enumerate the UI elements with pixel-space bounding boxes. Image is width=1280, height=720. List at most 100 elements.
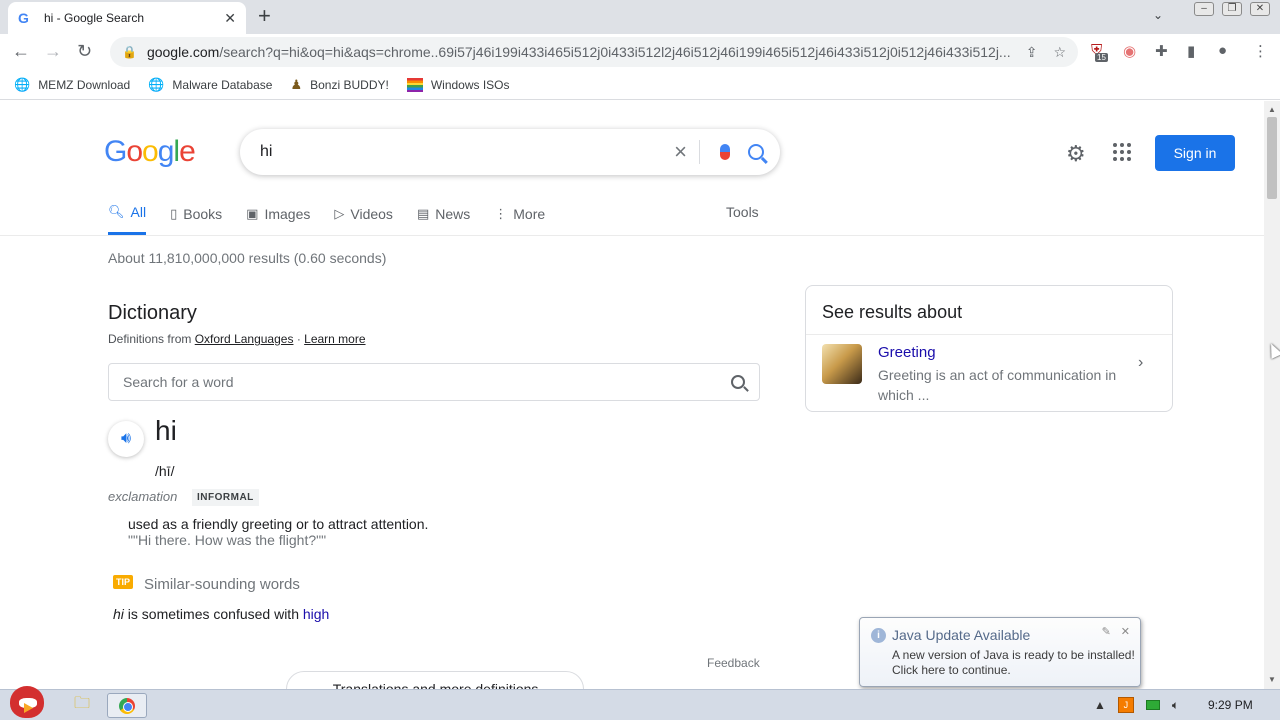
definition: used as a friendly greeting or to attrac…: [128, 516, 429, 532]
extension-flag-icon[interactable]: ◉: [1123, 42, 1136, 60]
start-button[interactable]: [6, 682, 48, 720]
image-icon: ▣: [246, 205, 259, 221]
search-input[interactable]: [260, 143, 663, 161]
pin-icon[interactable]: ✎: [1102, 625, 1111, 638]
url-text: google.com/search?q=hi&oq=hi&aqs=chrome.…: [146, 44, 1010, 60]
chevron-right-icon[interactable]: ›: [1138, 354, 1143, 372]
tab-images[interactable]: ▣ Images: [246, 204, 310, 235]
search-results-page: Google × ⚙ Sign in 🔍︎ All ▯ Books ▣ Imag…: [0, 101, 1264, 689]
apps-grid-icon[interactable]: [1113, 143, 1131, 161]
search-icon[interactable]: [748, 144, 764, 160]
profile-avatar-icon[interactable]: ●: [1218, 42, 1227, 59]
tab-videos[interactable]: ▷ Videos: [334, 204, 393, 235]
translations-button[interactable]: ⌄ Translations and more definitions: [286, 671, 584, 689]
knowledge-panel-divider: [806, 334, 1172, 335]
sign-in-button[interactable]: Sign in: [1155, 135, 1235, 171]
taskbar-explorer[interactable]: 🗀: [62, 693, 102, 718]
scroll-up-icon[interactable]: ▲: [1268, 105, 1276, 114]
bookmark-bonzi-buddy[interactable]: ♟ Bonzi BUDDY!: [290, 77, 388, 93]
browser-tab[interactable]: G hi - Google Search ✕: [8, 2, 246, 34]
share-icon[interactable]: ⇪: [1026, 44, 1038, 61]
clear-icon[interactable]: ×: [662, 140, 700, 164]
scroll-thumb[interactable]: [1267, 117, 1277, 199]
google-logo[interactable]: Google: [104, 135, 196, 169]
tab-search-chevron-icon[interactable]: ⌄: [1153, 8, 1163, 22]
tray-expand-icon[interactable]: ▲: [1094, 698, 1106, 712]
new-tab-button[interactable]: +: [258, 5, 271, 27]
tab-more[interactable]: ⋮ More: [494, 204, 545, 235]
bookmark-star-icon[interactable]: ☆: [1053, 44, 1066, 61]
taskbar-chrome[interactable]: [107, 693, 147, 718]
close-window-button[interactable]: ✕: [1250, 2, 1270, 16]
network-icon[interactable]: [1145, 700, 1160, 710]
dictionary-title: Dictionary: [108, 302, 197, 324]
speaker-icon[interactable]: 🔊︎: [108, 421, 144, 457]
close-tab-icon[interactable]: ✕: [224, 10, 236, 27]
tab-news[interactable]: ▤ News: [417, 204, 470, 235]
address-bar[interactable]: 🔒 google.com/search?q=hi&oq=hi&aqs=chrom…: [110, 37, 1078, 67]
minimize-button[interactable]: –: [1194, 2, 1214, 16]
folder-icon: 🗀: [73, 695, 90, 712]
page-scrollbar[interactable]: ▲ ▼: [1264, 101, 1280, 689]
chevron-down-icon: ⌄: [307, 680, 319, 690]
oxford-languages-link[interactable]: Oxford Languages: [195, 332, 294, 346]
rainbow-flag-icon: [406, 77, 423, 92]
tools-button[interactable]: Tools: [726, 204, 759, 220]
java-popup-message[interactable]: A new version of Java is ready to be ins…: [892, 648, 1138, 678]
word-search-input[interactable]: [123, 374, 731, 390]
bookmark-memz[interactable]: 🌐 MEMZ Download: [14, 77, 130, 93]
search-icon[interactable]: [731, 375, 745, 389]
part-of-speech: exclamation: [108, 489, 178, 504]
back-arrow-icon[interactable]: ←: [12, 41, 30, 61]
bookmarks-bar: 🌐 MEMZ Download 🌐 Malware Database ♟ Bon…: [0, 70, 1280, 100]
java-popup-title: Java Update Available: [892, 627, 1031, 643]
bookmark-windows-isos[interactable]: Windows ISOs: [406, 77, 510, 92]
volume-icon[interactable]: 🔈︎: [1172, 698, 1179, 713]
feedback-link[interactable]: Feedback: [707, 656, 760, 670]
high-link[interactable]: high: [303, 606, 329, 622]
window-controls: – ❐ ✕: [1194, 2, 1270, 16]
dictionary-source: Definitions from Oxford Languages · Lear…: [108, 332, 366, 346]
java-update-popup[interactable]: i Java Update Available ✎ ✕ A new versio…: [859, 617, 1141, 687]
chrome-icon: [119, 697, 135, 714]
greeting-link[interactable]: Greeting: [878, 344, 936, 361]
greeting-description: Greeting is an act of communication in w…: [878, 367, 1117, 403]
learn-more-link[interactable]: Learn more: [304, 332, 365, 346]
globe-icon: 🌐: [148, 76, 165, 92]
menu-kebab-icon[interactable]: ⋮: [1253, 42, 1268, 60]
extensions-puzzle-icon[interactable]: ✚: [1155, 42, 1168, 60]
java-tray-icon[interactable]: J: [1117, 697, 1134, 713]
word-search-box[interactable]: [108, 363, 760, 401]
extension-badge: 15: [1095, 53, 1108, 62]
browser-toolbar: ← → ↻ 🔒 google.com/search?q=hi&oq=hi&aqs…: [0, 34, 1280, 70]
close-icon[interactable]: ✕: [1121, 625, 1130, 638]
tab-title: hi - Google Search: [44, 11, 145, 25]
bookmark-malware-database[interactable]: 🌐 Malware Database: [148, 77, 272, 93]
info-icon: i: [871, 628, 886, 643]
clock[interactable]: 9:29 PM: [1208, 698, 1253, 712]
maximize-button[interactable]: ❐: [1222, 2, 1242, 16]
knowledge-panel-title: See results about: [822, 302, 963, 322]
result-stats: About 11,810,000,000 results (0.60 secon…: [108, 250, 387, 266]
microphone-icon[interactable]: [720, 144, 730, 160]
tab-books[interactable]: ▯ Books: [170, 204, 222, 235]
book-icon: ▯: [170, 205, 178, 221]
gear-icon[interactable]: ⚙: [1066, 141, 1086, 167]
side-panel-icon[interactable]: ▮: [1187, 42, 1195, 60]
reload-icon[interactable]: ↻: [77, 41, 92, 61]
globe-icon: 🌐: [14, 76, 31, 92]
tip-badge: TIP: [113, 575, 134, 589]
search-box[interactable]: ×: [240, 129, 780, 175]
angry-bird-icon: [10, 686, 44, 718]
knowledge-panel: See results about Greeting Greeting is a…: [805, 285, 1173, 412]
tab-all[interactable]: 🔍︎ All: [108, 204, 147, 235]
confused-with-text: hi is sometimes confused with high: [113, 606, 330, 622]
lock-icon[interactable]: 🔒: [122, 45, 137, 59]
forward-arrow-icon[interactable]: →: [44, 41, 62, 61]
scroll-down-icon[interactable]: ▼: [1268, 675, 1276, 684]
greeting-thumbnail[interactable]: [822, 344, 862, 384]
search-tabs: 🔍︎ All ▯ Books ▣ Images ▷ Videos ▤ News …: [108, 204, 545, 235]
example-sentence: ""Hi there. How was the flight?"": [128, 532, 327, 548]
news-icon: ▤: [416, 205, 430, 221]
google-favicon-icon: G: [18, 10, 29, 26]
